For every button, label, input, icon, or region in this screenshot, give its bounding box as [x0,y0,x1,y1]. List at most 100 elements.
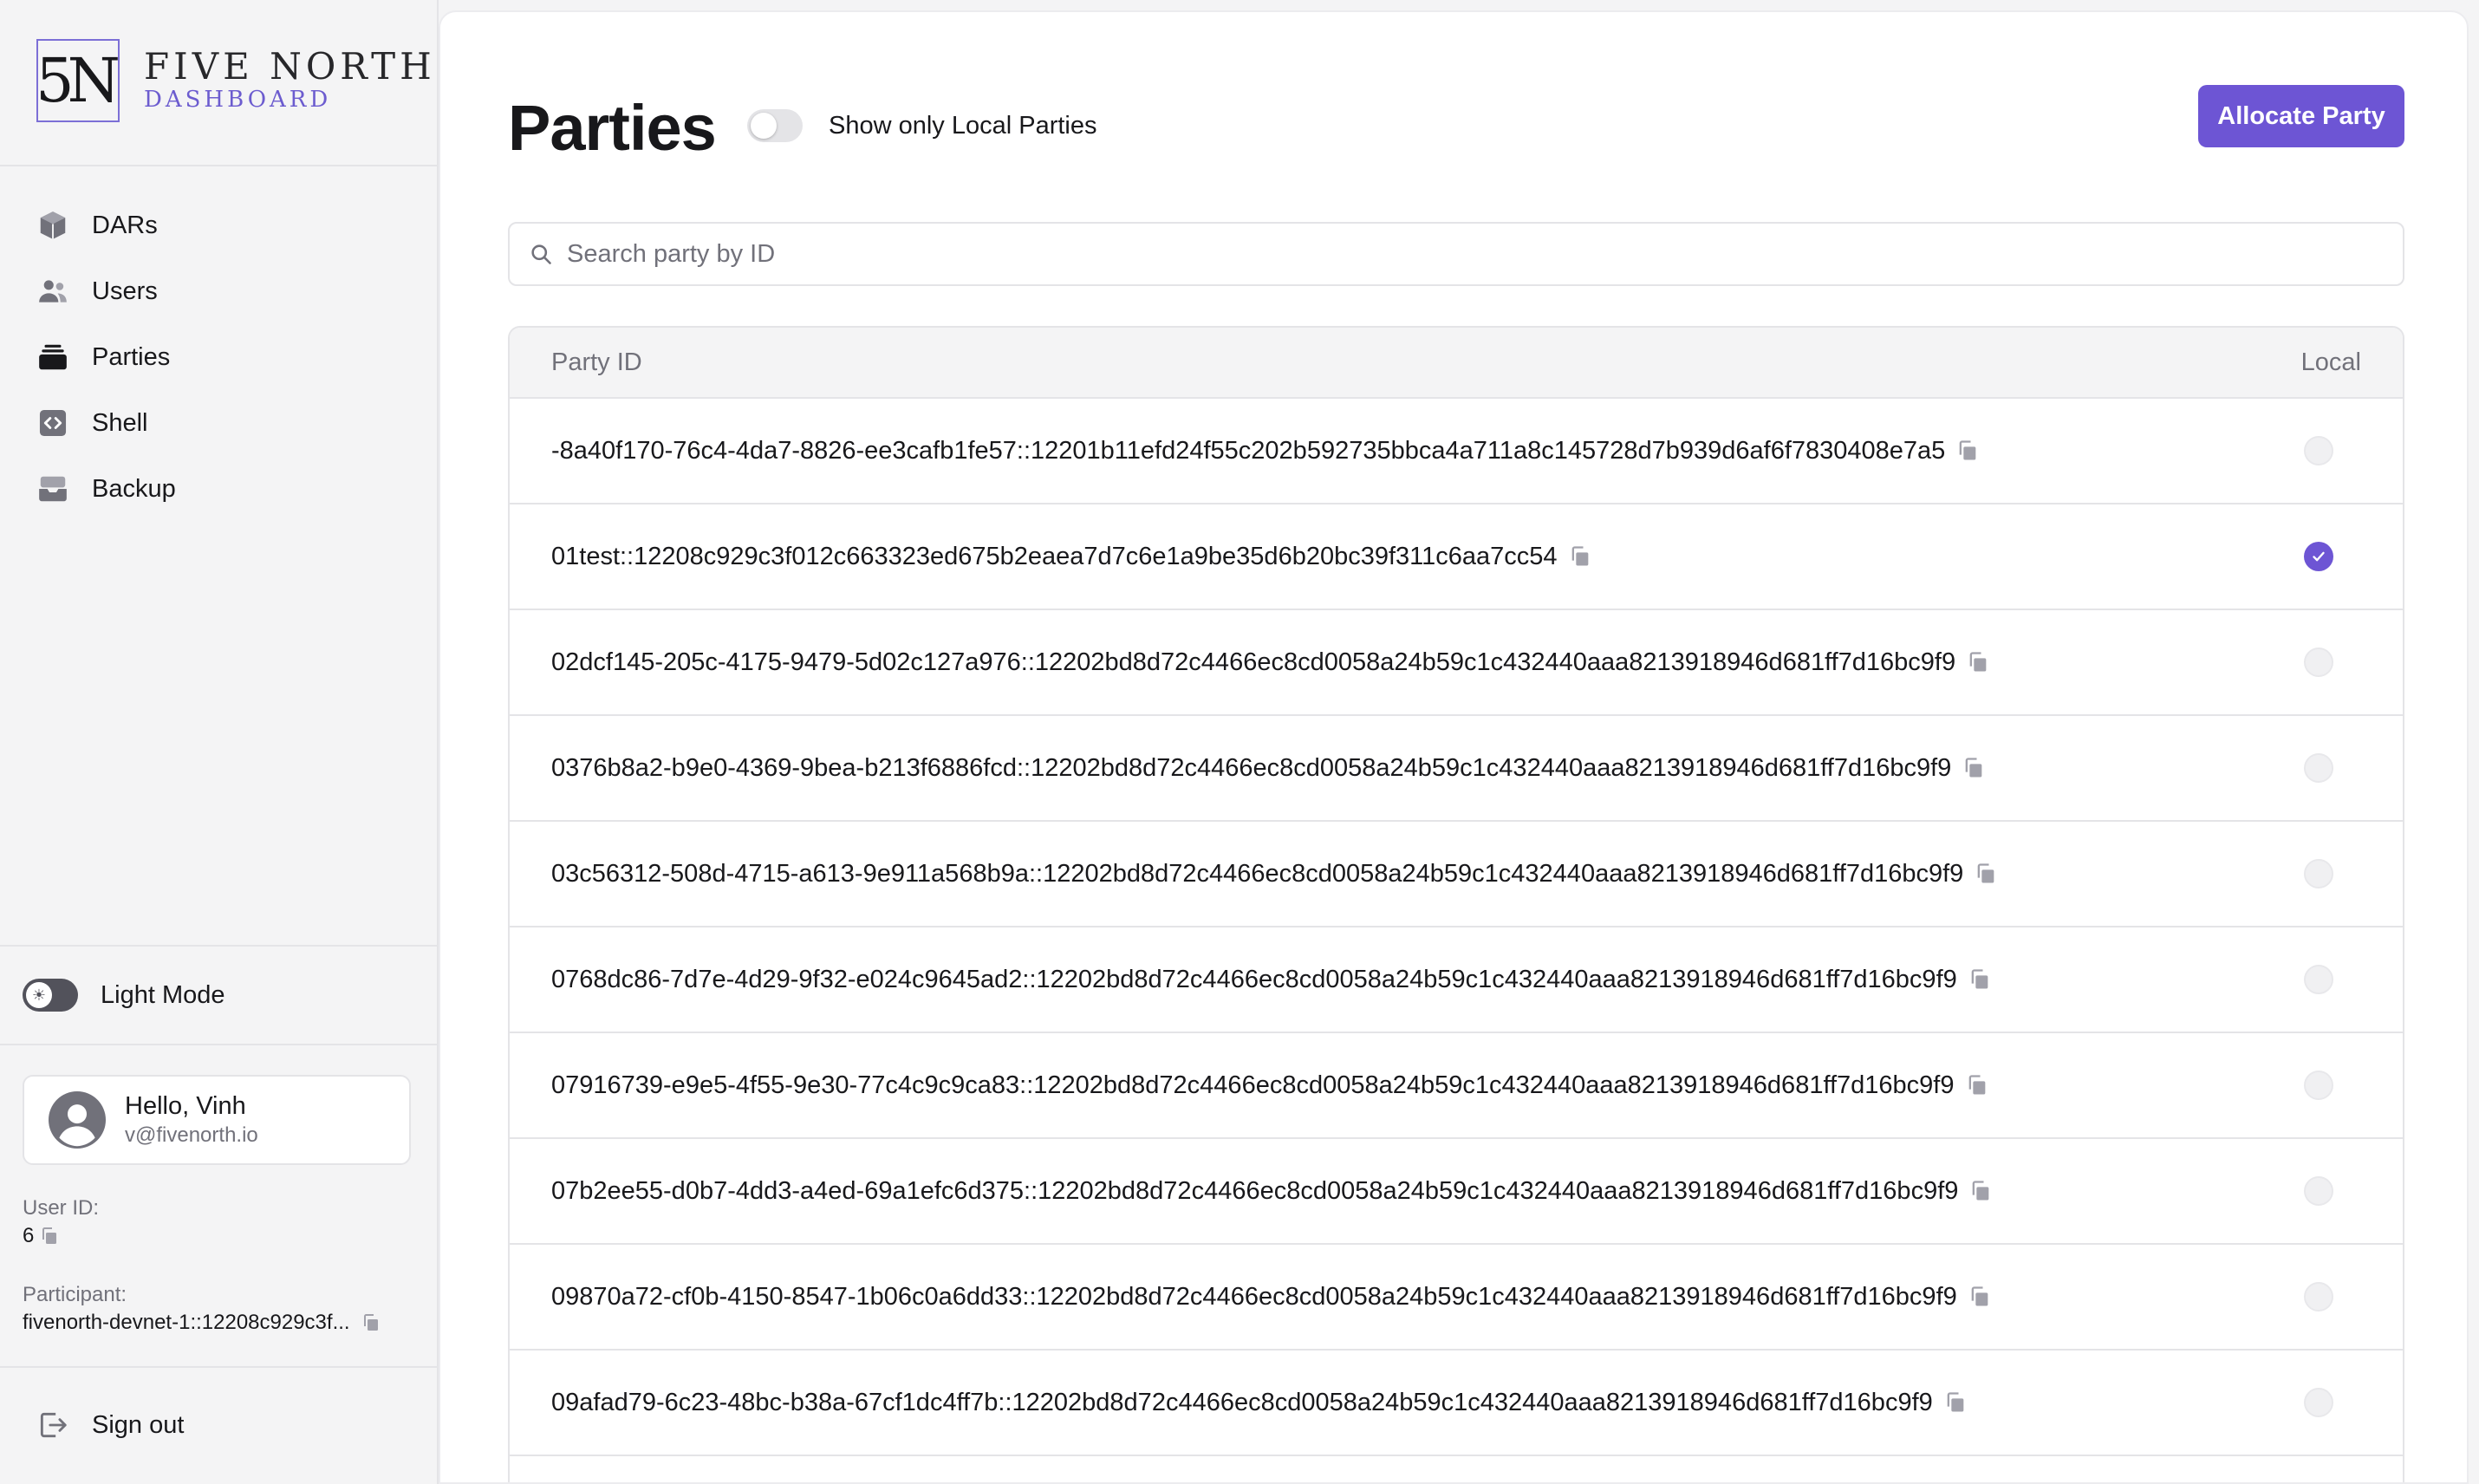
sign-out-icon [40,1412,67,1438]
party-id: 07b2ee55-d0b7-4dd3-a4ed-69a1efc6d375::12… [551,1176,1959,1205]
participant-value: fivenorth-devnet-1::12208c929c3f... [23,1311,350,1334]
search-input[interactable] [567,239,2387,269]
party-id-cell: 09870a72-cf0b-4150-8547-1b06c0a6dd33::12… [510,1283,2229,1312]
table-row[interactable]: 09afad79-6c23-48bc-b38a-67cf1dc4ff7b::12… [510,1351,2403,1456]
table-row[interactable]: 07916739-e9e5-4f55-9e30-77c4c9c9ca83::12… [510,1033,2403,1139]
table-row[interactable]: 07b2ee55-d0b7-4dd3-a4ed-69a1efc6d375::12… [510,1139,2403,1245]
sidebar-item-users[interactable]: Users [0,258,437,324]
local-cell [2229,753,2403,783]
local-empty-indicator [2304,1176,2333,1206]
sun-icon: ☀ [26,982,52,1008]
local-parties-toggle[interactable] [747,109,803,142]
table-body: -8a40f170-76c4-4da7-8826-ee3cafb1fe57::1… [510,399,2403,1456]
copy-icon[interactable] [1966,650,1990,674]
sign-out-label: Sign out [92,1410,185,1439]
sidebar-divider [0,1044,437,1045]
local-empty-indicator [2304,859,2333,888]
table-row[interactable]: 09870a72-cf0b-4150-8547-1b06c0a6dd33::12… [510,1245,2403,1351]
light-mode-toggle[interactable]: ☀ [23,979,78,1012]
sidebar-item-backup[interactable]: Backup [0,456,437,522]
avatar [49,1091,106,1149]
local-cell [2229,965,2403,994]
copy-icon[interactable] [1968,1285,1992,1309]
local-cell [2229,1071,2403,1100]
copy-icon[interactable] [39,1226,60,1246]
sidebar-item-dars[interactable]: DARs [0,192,437,258]
copy-icon[interactable] [1974,862,1998,886]
user-id-value: 6 [23,1224,35,1247]
user-id-block: User ID: 6 [23,1194,421,1250]
party-id: 03c56312-508d-4715-a613-9e911a568b9a::12… [551,859,1964,888]
copy-icon[interactable] [1968,967,1992,992]
copy-icon[interactable] [1968,1179,1993,1203]
local-empty-indicator [2304,648,2333,677]
sidebar-item-parties[interactable]: Parties [0,324,437,390]
brand-text: FIVE NORTH DASHBOARD [144,48,436,114]
backup-icon [36,472,69,505]
sidebar-item-label: DARs [92,211,158,239]
party-id: 0376b8a2-b9e0-4369-9bea-b213f6886fcd::12… [551,753,1952,782]
light-mode-label: Light Mode [101,980,225,1009]
user-card[interactable]: Hello, Vinh v@fivenorth.io [23,1075,411,1165]
copy-icon[interactable] [1965,1073,1989,1097]
column-header-party-id[interactable]: Party ID [510,348,2229,377]
table-row[interactable]: 03c56312-508d-4715-a613-9e911a568b9a::12… [510,822,2403,928]
shell-icon [36,407,69,439]
local-parties-filter[interactable]: Show only Local Parties [747,104,1097,147]
local-cell [2229,648,2403,677]
table-row[interactable]: 02dcf145-205c-4175-9479-5d02c127a976::12… [510,610,2403,716]
search-icon [531,244,551,264]
user-greeting: Hello, Vinh [125,1092,246,1120]
sign-out-button[interactable]: Sign out [36,1401,184,1449]
local-parties-label: Show only Local Parties [829,111,1097,140]
copy-icon[interactable] [1568,544,1592,569]
local-cell [2229,1388,2403,1417]
user-email: v@fivenorth.io [125,1123,258,1147]
party-id: 07916739-e9e5-4f55-9e30-77c4c9c9ca83::12… [551,1071,1955,1099]
brand-name: FIVE NORTH [144,45,436,88]
party-id: 0768dc86-7d7e-4d29-9f32-e024c9645ad2::12… [551,965,1957,993]
sidebar-divider [0,945,437,947]
local-empty-indicator [2304,436,2333,465]
local-empty-indicator [2304,753,2333,783]
sidebar-item-label: Backup [92,474,176,503]
local-empty-indicator [2304,965,2333,994]
participant-label: Participant: [23,1283,127,1306]
copy-icon[interactable] [1962,756,1986,780]
allocate-party-button[interactable]: Allocate Party [2198,85,2404,147]
copy-icon[interactable] [361,1312,381,1333]
sidebar-item-label: Users [92,277,158,305]
party-id-cell: -8a40f170-76c4-4da7-8826-ee3cafb1fe57::1… [510,437,2229,465]
sidebar-nav: DARs Users Parties Shell Backup [0,192,437,522]
column-header-local[interactable]: Local [2229,348,2403,377]
brand-logo[interactable]: 5N FIVE NORTH DASHBOARD [36,38,436,123]
table-row[interactable]: 01test::12208c929c3f012c663323ed675b2eae… [510,504,2403,610]
local-cell [2229,1282,2403,1312]
party-id-cell: 0768dc86-7d7e-4d29-9f32-e024c9645ad2::12… [510,966,2229,994]
party-id: 02dcf145-205c-4175-9479-5d02c127a976::12… [551,648,1956,676]
sidebar-item-shell[interactable]: Shell [0,390,437,456]
copy-icon[interactable] [1955,439,1980,463]
party-id-cell: 01test::12208c929c3f012c663323ed675b2eae… [510,543,2229,571]
toggle-knob [751,113,777,139]
party-id: 09870a72-cf0b-4150-8547-1b06c0a6dd33::12… [551,1282,1957,1311]
copy-icon[interactable] [1943,1390,1968,1415]
sidebar-divider [0,1366,437,1368]
table-row[interactable]: -8a40f170-76c4-4da7-8826-ee3cafb1fe57::1… [510,399,2403,504]
participant-block: Participant: fivenorth-devnet-1::12208c9… [23,1281,421,1337]
light-mode-toggle-row[interactable]: ☀ Light Mode [23,973,225,1018]
parties-icon [36,341,69,374]
sidebar: 5N FIVE NORTH DASHBOARD DARs Users Parti… [0,0,439,1484]
party-id: 09afad79-6c23-48bc-b38a-67cf1dc4ff7b::12… [551,1388,1933,1416]
table-row[interactable]: 0376b8a2-b9e0-4369-9bea-b213f6886fcd::12… [510,716,2403,822]
local-check-icon [2304,542,2333,571]
user-id-value-row: 6 [23,1222,421,1250]
sidebar-divider [0,165,437,166]
cube-icon [36,209,69,242]
party-id: 01test::12208c929c3f012c663323ed675b2eae… [551,542,1558,570]
local-cell [2229,859,2403,888]
table-row[interactable]: 0768dc86-7d7e-4d29-9f32-e024c9645ad2::12… [510,928,2403,1033]
brand-mark: 5N [36,39,120,122]
users-icon [36,275,69,308]
search-bar[interactable] [508,222,2404,286]
